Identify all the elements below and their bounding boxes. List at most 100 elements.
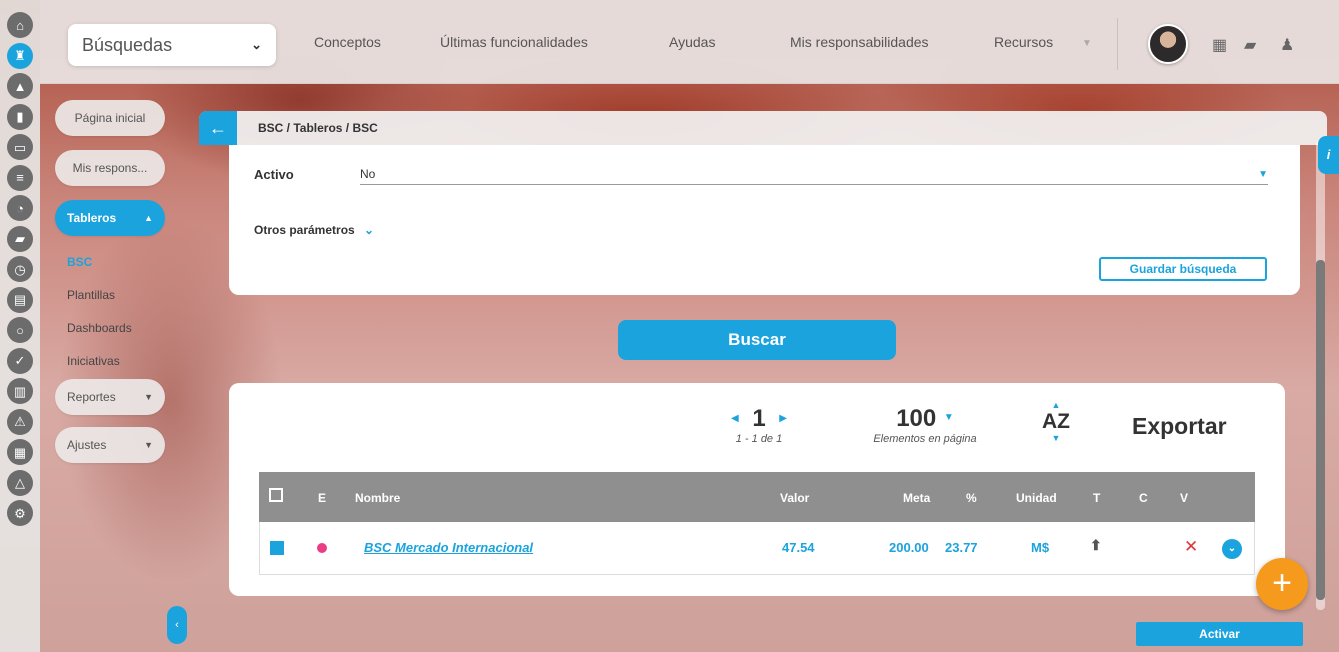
status-dot <box>317 543 327 553</box>
caret-down-icon: ▼ <box>943 412 954 423</box>
row-valor: 47.54 <box>782 540 815 555</box>
col-unidad[interactable]: Unidad <box>1016 491 1057 505</box>
table-header: E Nombre Valor Meta % Unidad T C V <box>259 472 1255 522</box>
sidebar-item-tableros-label: Tableros <box>67 211 117 225</box>
sidebar-item-tableros[interactable]: Tableros ▲ <box>55 200 165 236</box>
briefcase-icon[interactable]: ▰ <box>7 225 33 252</box>
row-checkbox[interactable] <box>270 541 284 555</box>
list-icon[interactable]: ≡ <box>7 164 33 191</box>
search-select-value: Búsquedas <box>82 34 173 55</box>
sidebar-item-reportes[interactable]: Reportes ▼ <box>55 379 165 415</box>
caret-down-icon: ▼ <box>144 392 153 402</box>
triangle-up-icon[interactable]: ▲ <box>7 73 33 99</box>
calendar-icon[interactable]: ▦ <box>1212 35 1227 55</box>
per-page-label: Elementos en página <box>873 433 977 445</box>
activo-select[interactable]: No ▼ <box>360 167 1268 185</box>
trend-up-icon: ⬆ <box>1090 537 1102 553</box>
prev-page-icon[interactable]: ◀ <box>731 413 739 424</box>
col-meta[interactable]: Meta <box>903 491 930 505</box>
sidebar-item-ajustes[interactable]: Ajustes ▼ <box>55 427 165 463</box>
col-v: V <box>1180 491 1189 505</box>
nav-ultimas-funcionalidades[interactable]: Últimas funcionalidades <box>440 34 588 50</box>
col-valor[interactable]: Valor <box>780 491 809 505</box>
select-all-checkbox[interactable] <box>269 488 283 502</box>
calendar-icon[interactable]: ▦ <box>7 439 33 465</box>
top-bar: Búsquedas ⌄ Conceptos Últimas funcionali… <box>40 0 1339 84</box>
collapse-sidebar-button[interactable]: ‹ <box>167 606 187 644</box>
section-sidebar: Página inicial Mis respons... Tableros ▲… <box>55 100 165 475</box>
row-pct: 23.77 <box>945 540 978 555</box>
info-tab[interactable]: i <box>1318 136 1339 174</box>
otros-parametros-label: Otros parámetros <box>254 223 355 237</box>
caret-down-icon: ▼ <box>1258 169 1268 180</box>
sort-down-icon: ▼ <box>1051 433 1061 443</box>
bell-icon[interactable]: ♟ <box>1280 35 1294 55</box>
otros-parametros-toggle[interactable]: Otros parámetros ⌄ <box>254 223 374 237</box>
per-page-select[interactable]: 100 ▼ Elementos en página <box>865 405 985 445</box>
chevron-down-icon: ⌄ <box>364 223 375 237</box>
sidebar-item-mis-responsabilidades[interactable]: Mis respons... <box>55 150 165 186</box>
sidebar-subitem-plantillas[interactable]: Plantillas <box>55 285 165 318</box>
nav-conceptos[interactable]: Conceptos <box>314 34 381 50</box>
next-page-icon[interactable]: ▶ <box>779 413 787 424</box>
filters-card: Activo No ▼ Otros parámetros ⌄ Guardar b… <box>229 145 1300 295</box>
briefcase-icon[interactable]: ▰ <box>1244 35 1256 55</box>
clock-icon[interactable]: ◷ <box>7 256 33 282</box>
nav-mis-responsabilidades[interactable]: Mis responsabilidades <box>790 34 929 50</box>
sort-toggle[interactable]: ▲ AZ ▼ <box>1037 401 1075 443</box>
nav-recursos[interactable]: Recursos <box>994 34 1053 50</box>
row-meta: 200.00 <box>889 540 929 555</box>
current-page: 1 <box>752 405 766 432</box>
network-icon[interactable]: △ <box>7 469 33 496</box>
guardar-busqueda-button[interactable]: Guardar búsqueda <box>1099 257 1267 281</box>
recursos-caret-icon[interactable]: ▼ <box>1082 38 1092 49</box>
sort-up-icon: ▲ <box>1051 400 1061 410</box>
row-unidad: M$ <box>1031 540 1050 555</box>
cycle-icon[interactable]: ○ <box>7 317 33 343</box>
bar-chart-icon[interactable]: ▮ <box>7 103 33 130</box>
table-row: BSC Mercado Internacional 47.54 200.00 2… <box>259 522 1255 575</box>
per-page-value: 100 <box>896 405 937 432</box>
breadcrumb: BSC / Tableros / BSC <box>258 121 378 135</box>
col-t: T <box>1093 491 1101 505</box>
buscar-button[interactable]: Buscar <box>618 320 896 360</box>
bag-icon[interactable]: ▥ <box>7 378 33 404</box>
warning-icon[interactable]: ⚠ <box>7 408 33 435</box>
caret-down-icon: ▼ <box>144 440 153 450</box>
pager: ◀ 1 ▶ 1 - 1 de 1 <box>709 405 809 445</box>
panel-header: ← BSC / Tableros / BSC <box>199 111 1327 145</box>
col-c: C <box>1139 491 1148 505</box>
pie-chart-icon[interactable]: ◔ <box>7 195 33 221</box>
activar-button[interactable]: Activar <box>1136 622 1303 646</box>
check-circle-icon[interactable]: ✓ <box>7 347 33 374</box>
col-nombre[interactable]: Nombre <box>355 491 400 505</box>
exportar-button[interactable]: Exportar <box>1132 413 1227 440</box>
add-fab-button[interactable]: + <box>1256 558 1308 610</box>
page-range: 1 - 1 de 1 <box>735 433 783 445</box>
presentation-icon[interactable]: ▭ <box>7 134 33 160</box>
home-icon[interactable]: ⌂ <box>7 12 33 38</box>
activo-label: Activo <box>254 167 294 182</box>
activo-select-value: No <box>360 167 376 181</box>
scrollbar-thumb[interactable] <box>1316 260 1325 600</box>
sidebar-item-pagina-inicial[interactable]: Página inicial <box>55 100 165 136</box>
results-table: E Nombre Valor Meta % Unidad T C V BSC M… <box>259 472 1255 575</box>
sort-label: AZ <box>1042 410 1070 433</box>
results-card: ◀ 1 ▶ 1 - 1 de 1 100 ▼ Elementos en pági… <box>229 383 1285 596</box>
back-button[interactable]: ← <box>199 111 237 145</box>
col-pct[interactable]: % <box>966 491 977 505</box>
close-icon[interactable]: ✕ <box>1184 537 1198 557</box>
top-divider <box>1117 18 1118 70</box>
caret-up-icon: ▲ <box>144 213 153 223</box>
search-select[interactable]: Búsquedas ⌄ <box>68 24 276 66</box>
sidebar-subitem-bsc[interactable]: BSC <box>55 252 165 285</box>
sidebar-subitem-dashboards[interactable]: Dashboards <box>55 318 165 351</box>
chess-rook-icon[interactable]: ♜ <box>7 42 33 69</box>
chevron-down-icon: ⌄ <box>251 37 262 52</box>
gear-icon[interactable]: ⚙ <box>7 500 33 526</box>
nav-ayudas[interactable]: Ayudas <box>669 34 715 50</box>
document-icon[interactable]: ▤ <box>7 286 33 313</box>
row-name-link[interactable]: BSC Mercado Internacional <box>364 540 533 555</box>
row-expand-icon[interactable]: ⌄ <box>1222 539 1242 559</box>
avatar[interactable] <box>1148 24 1188 64</box>
